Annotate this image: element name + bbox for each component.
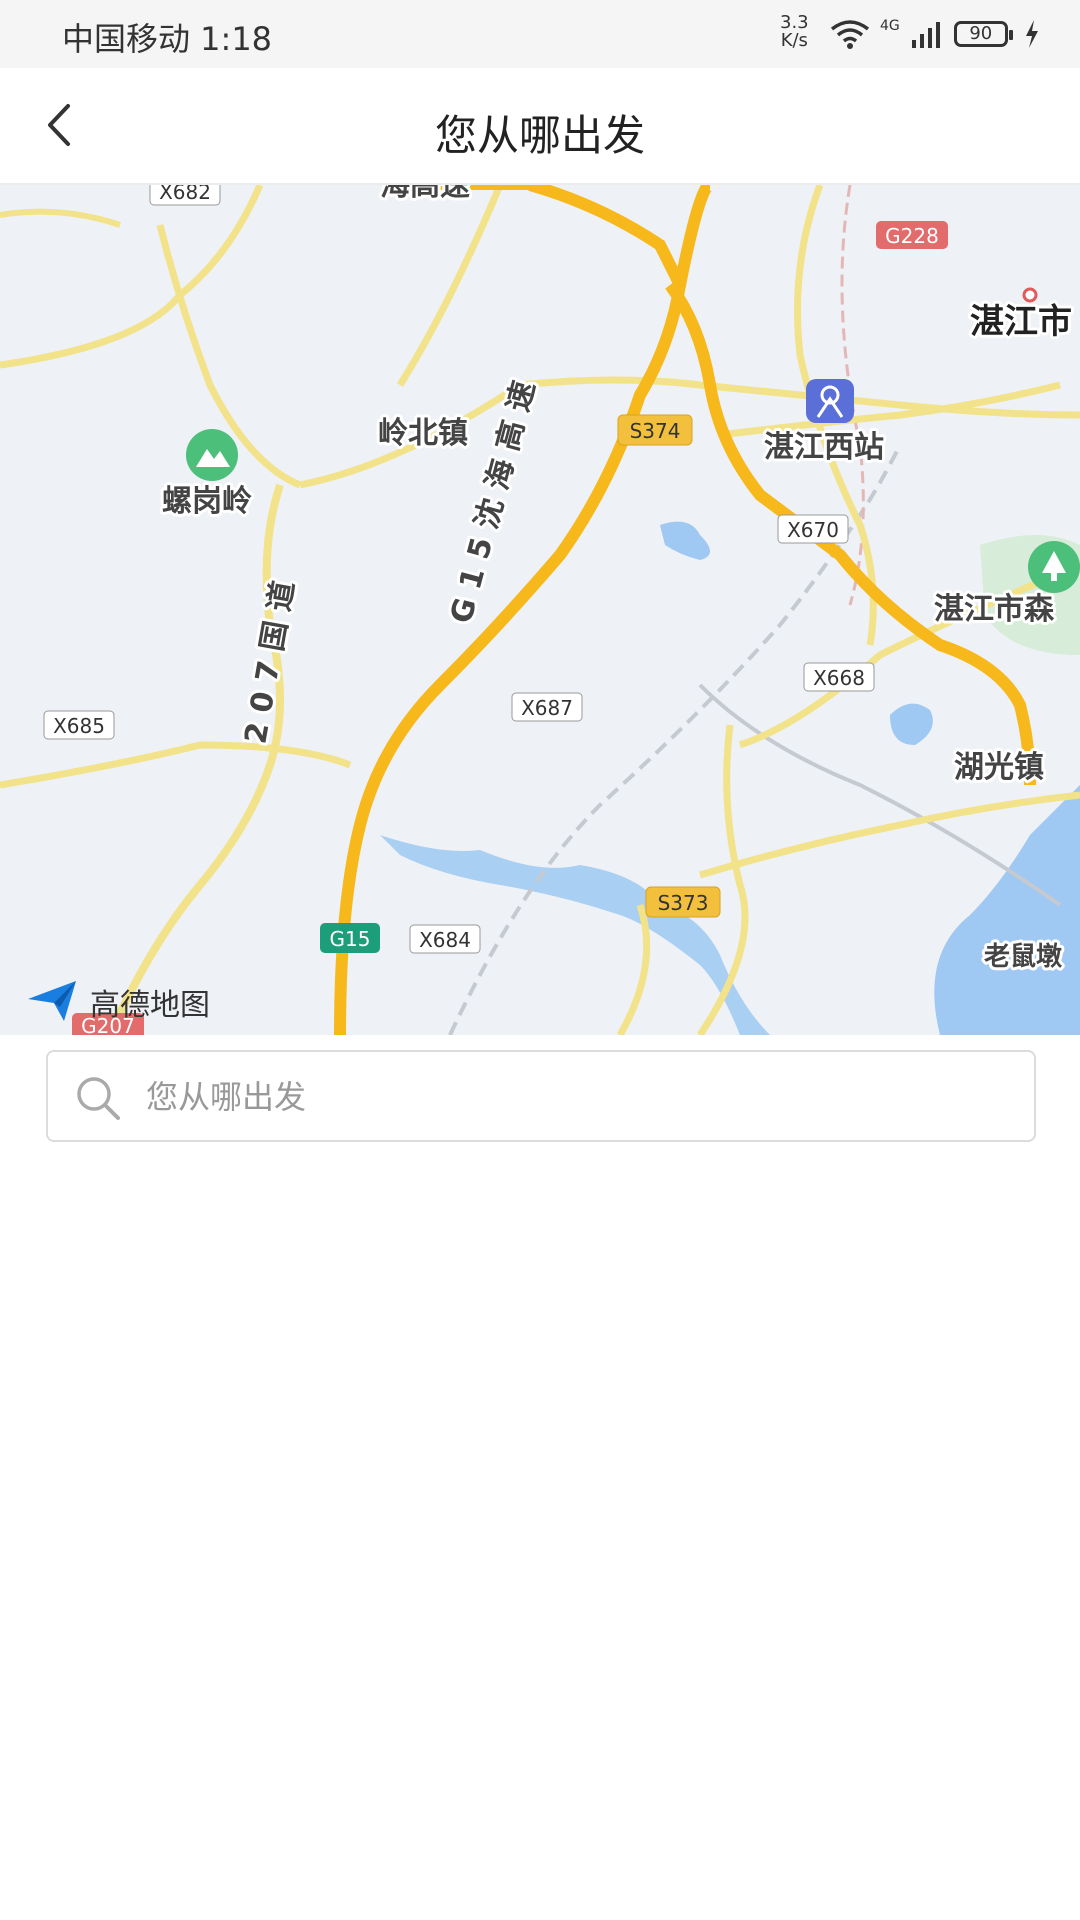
status-bar: 中国移动 1:18 3.3 K/s 4G 90 — [0, 0, 1080, 68]
svg-text:X687: X687 — [521, 696, 573, 720]
svg-text:X668: X668 — [813, 666, 865, 690]
page-title: 您从哪出发 — [434, 111, 645, 160]
road-shield-x684: X684 — [409, 924, 481, 954]
map-label-g207: 2 0 7 国 道 — [238, 578, 301, 746]
header-bar: 您从哪出发 — [0, 68, 1080, 185]
net-speed: 3.3 K/s — [780, 14, 809, 50]
net-speed-unit: K/s — [780, 30, 808, 51]
map-label-lingbei: 岭北镇 — [378, 416, 468, 451]
map-label-zhanjiang-city: 湛江市 — [970, 302, 1072, 342]
road-shield-x670: X670 — [777, 514, 849, 544]
train-station-icon[interactable] — [806, 379, 854, 423]
svg-text:G228: G228 — [885, 224, 939, 248]
mountain-poi-icon[interactable] — [186, 429, 238, 481]
forest-poi-icon[interactable] — [1028, 541, 1080, 593]
status-icons: 4G 90 — [830, 18, 1040, 50]
road-shield-x687: X687 — [511, 692, 583, 722]
wifi-icon — [830, 20, 870, 49]
signal-icon — [911, 22, 940, 48]
map-canvas[interactable]: X682 G228 S374 X670 X668 X687 X685 S373 — [0, 185, 1080, 1035]
map-label-zhanjiang-forest: 湛江市森 — [934, 592, 1055, 627]
road-shield-s373: S373 — [645, 886, 721, 918]
battery-icon: 90 — [953, 21, 1013, 47]
svg-text:X685: X685 — [53, 714, 105, 738]
road-shield-x685: X685 — [43, 710, 115, 740]
search-box[interactable] — [46, 1050, 1036, 1142]
road-shield-x682: X682 — [149, 185, 221, 206]
search-icon — [77, 1077, 120, 1120]
road-shield-x668: X668 — [803, 662, 875, 692]
svg-text:S374: S374 — [630, 419, 681, 443]
carrier-time: 中国移动 1:18 — [62, 20, 273, 58]
road-shield-g15: G15 — [320, 923, 380, 953]
svg-text:X684: X684 — [419, 928, 471, 952]
road-shield-g228: G228 — [876, 221, 948, 249]
road-shield-s374: S374 — [617, 414, 693, 446]
svg-text:X682: X682 — [159, 185, 211, 204]
departure-search-input[interactable] — [144, 1066, 1008, 1128]
charging-icon — [1025, 20, 1038, 48]
map-view[interactable]: X682 G228 S374 X670 X668 X687 X685 S373 — [0, 185, 1080, 1035]
city-marker-icon — [1022, 287, 1038, 303]
network-type: 4G — [880, 18, 900, 34]
map-label-top-highway: 海高速 — [380, 185, 470, 203]
amap-logo: 高德地图 — [28, 981, 210, 1023]
map-label-laoshu: 老鼠墩 — [984, 942, 1063, 972]
svg-text:X670: X670 — [787, 518, 839, 542]
svg-text:S373: S373 — [658, 891, 709, 915]
svg-text:高德地图: 高德地图 — [90, 988, 210, 1023]
map-label-luogangling: 螺岗岭 — [162, 484, 252, 519]
map-label-huguang: 湖光镇 — [954, 750, 1044, 785]
map-label-zhanjiang-west: 湛江西站 — [764, 430, 884, 465]
svg-text:G15: G15 — [330, 927, 371, 951]
